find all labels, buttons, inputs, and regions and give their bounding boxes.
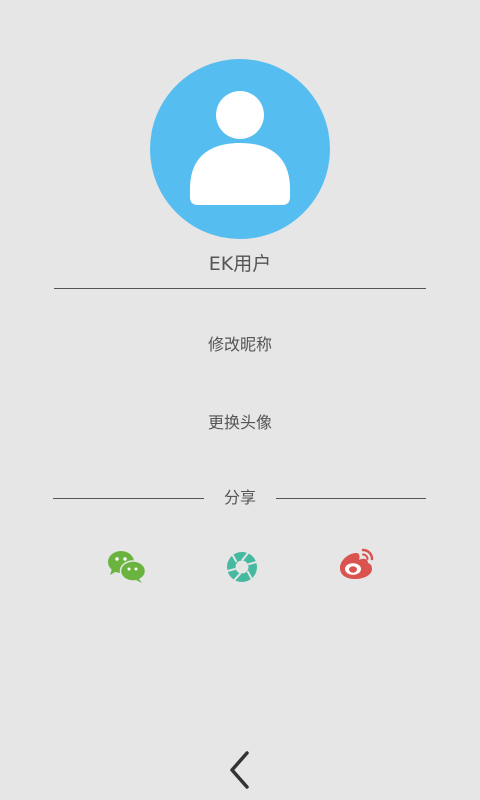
username-divider (54, 288, 426, 289)
share-wechat-button[interactable] (106, 548, 148, 584)
change-avatar-button[interactable]: 更换头像 (0, 412, 480, 434)
avatar[interactable] (150, 59, 330, 239)
weibo-icon (340, 548, 374, 579)
share-weibo-button[interactable] (337, 548, 374, 580)
share-moments-button[interactable] (226, 551, 258, 583)
username: EK用户 (208, 253, 272, 275)
chevron-left-icon (230, 751, 249, 789)
wechat-icon (108, 551, 147, 583)
moments-icon (227, 552, 257, 582)
share-divider-right (276, 498, 426, 499)
rename-button[interactable]: 修改昵称 (0, 334, 480, 356)
back-button[interactable] (222, 748, 258, 792)
user-silhouette-icon (190, 91, 290, 205)
